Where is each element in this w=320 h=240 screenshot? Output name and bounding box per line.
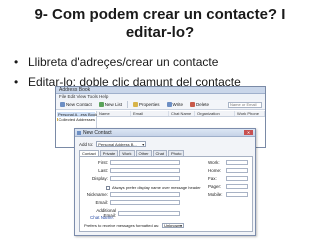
fax-label: Fax: [208, 176, 217, 181]
chevron-down-icon: ▾ [142, 142, 145, 147]
new-list-icon [98, 102, 104, 107]
tree-item-collected[interactable]: Collected Addresses [57, 117, 95, 122]
column-header-name[interactable]: Name [97, 111, 131, 116]
chat-name-label[interactable]: Chat Name: [90, 215, 114, 220]
message-format-label: Prefers to receive messages formatted as… [84, 223, 160, 228]
write-icon [166, 102, 172, 107]
bullet-text: Llibreta d'adreçes/crear un contacte [28, 55, 219, 69]
checkbox-label: Always prefer display name over message … [112, 185, 201, 190]
first-name-field: First: [84, 160, 180, 165]
message-format-value: Unknown [164, 223, 181, 228]
home-phone-input[interactable] [226, 168, 248, 173]
message-format-select[interactable]: Unknown ▾ [162, 223, 185, 228]
add-to-select[interactable]: Personal Address B... ▾ [96, 141, 147, 147]
email-field: Email: [84, 200, 180, 205]
toolbar-separator [127, 101, 129, 108]
new-contact-label: New Contact [66, 102, 92, 107]
work-phone-input[interactable] [226, 160, 248, 165]
nickname-input[interactable] [110, 192, 180, 197]
new-contact-dialog: New Contact ✕ Add to: Personal Address B… [74, 128, 256, 236]
dialog-title: New Contact [83, 130, 112, 136]
properties-icon [133, 102, 139, 107]
chevron-down-icon: ▾ [180, 224, 183, 228]
delete-icon [189, 102, 195, 107]
delete-label: Delete [195, 102, 209, 107]
last-name-input[interactable] [110, 168, 180, 173]
bullet-dot: • [14, 55, 19, 69]
fax-field: Fax: [208, 176, 248, 181]
properties-label: Properties [139, 102, 160, 107]
nickname-field: Nickname: [84, 192, 180, 197]
work-phone-field: Work: [208, 160, 248, 165]
write-button[interactable]: Write [165, 101, 185, 109]
close-icon[interactable]: ✕ [244, 130, 253, 135]
display-name-field: Display: [84, 176, 180, 181]
slide-title: 9- Com podem crear un contacte? I editar… [34, 6, 286, 41]
bullet-dot: • [14, 75, 19, 89]
contact-tab-panel: First: Last: Display: Always prefer disp… [79, 156, 253, 232]
additional-email-input[interactable] [118, 210, 180, 216]
new-contact-icon [60, 102, 65, 107]
new-list-button[interactable]: New List [97, 101, 124, 109]
fax-input[interactable] [226, 176, 248, 181]
pager-label: Pager: [208, 184, 222, 189]
contact-card-icon [77, 131, 81, 135]
work-phone-label: Work: [208, 160, 220, 165]
email-label: Email: [95, 200, 108, 205]
new-list-label: New List [104, 102, 123, 107]
checkbox-box[interactable] [106, 185, 110, 190]
bullet-item: • Llibreta d'adreçes/crear un contacte [14, 55, 218, 69]
pager-field: Pager: [208, 184, 248, 189]
column-header-organization[interactable]: Organization [195, 111, 235, 116]
home-phone-label: Home: [208, 168, 222, 173]
dialog-titlebar[interactable]: New Contact ✕ [75, 129, 255, 137]
pager-input[interactable] [226, 184, 248, 189]
delete-button[interactable]: Delete [188, 101, 211, 109]
add-to-label: Add to: [79, 141, 94, 147]
nickname-label: Nickname: [86, 192, 108, 197]
last-name-label: Last: [98, 168, 108, 173]
contact-list-header: Name Email Chat Name Organization Work P… [97, 111, 265, 117]
first-name-label: First: [98, 160, 108, 165]
add-to-row: Add to: Personal Address B... ▾ [79, 141, 147, 147]
add-to-value: Personal Address B... [98, 142, 137, 147]
toolbar: New Contact New List Properties Write De… [56, 100, 265, 110]
first-name-input[interactable] [110, 160, 180, 165]
column-header-chat[interactable]: Chat Name [169, 111, 195, 116]
search-input[interactable]: Name or Email [228, 101, 262, 108]
home-phone-field: Home: [208, 168, 248, 173]
properties-button[interactable]: Properties [131, 101, 162, 109]
prefer-display-name-checkbox[interactable]: Always prefer display name over message … [106, 185, 201, 190]
window-titlebar[interactable]: Address Book [56, 87, 265, 94]
tree-item-label: Collected Addresses [58, 117, 95, 122]
new-contact-button[interactable]: New Contact [58, 101, 94, 109]
display-name-input[interactable] [110, 176, 180, 181]
mobile-input[interactable] [226, 192, 248, 197]
write-label: Write [172, 102, 183, 107]
email-input[interactable] [110, 200, 180, 205]
last-name-field: Last: [84, 168, 180, 173]
column-header-work-phone[interactable]: Work Phone [235, 111, 265, 116]
folder-icon [57, 118, 58, 121]
display-name-label: Display: [91, 176, 108, 181]
message-format-row: Prefers to receive messages formatted as… [84, 223, 185, 228]
mobile-label: Mobile: [208, 192, 223, 197]
mobile-field: Mobile: [208, 192, 248, 197]
column-header-email[interactable]: Email [131, 111, 169, 116]
